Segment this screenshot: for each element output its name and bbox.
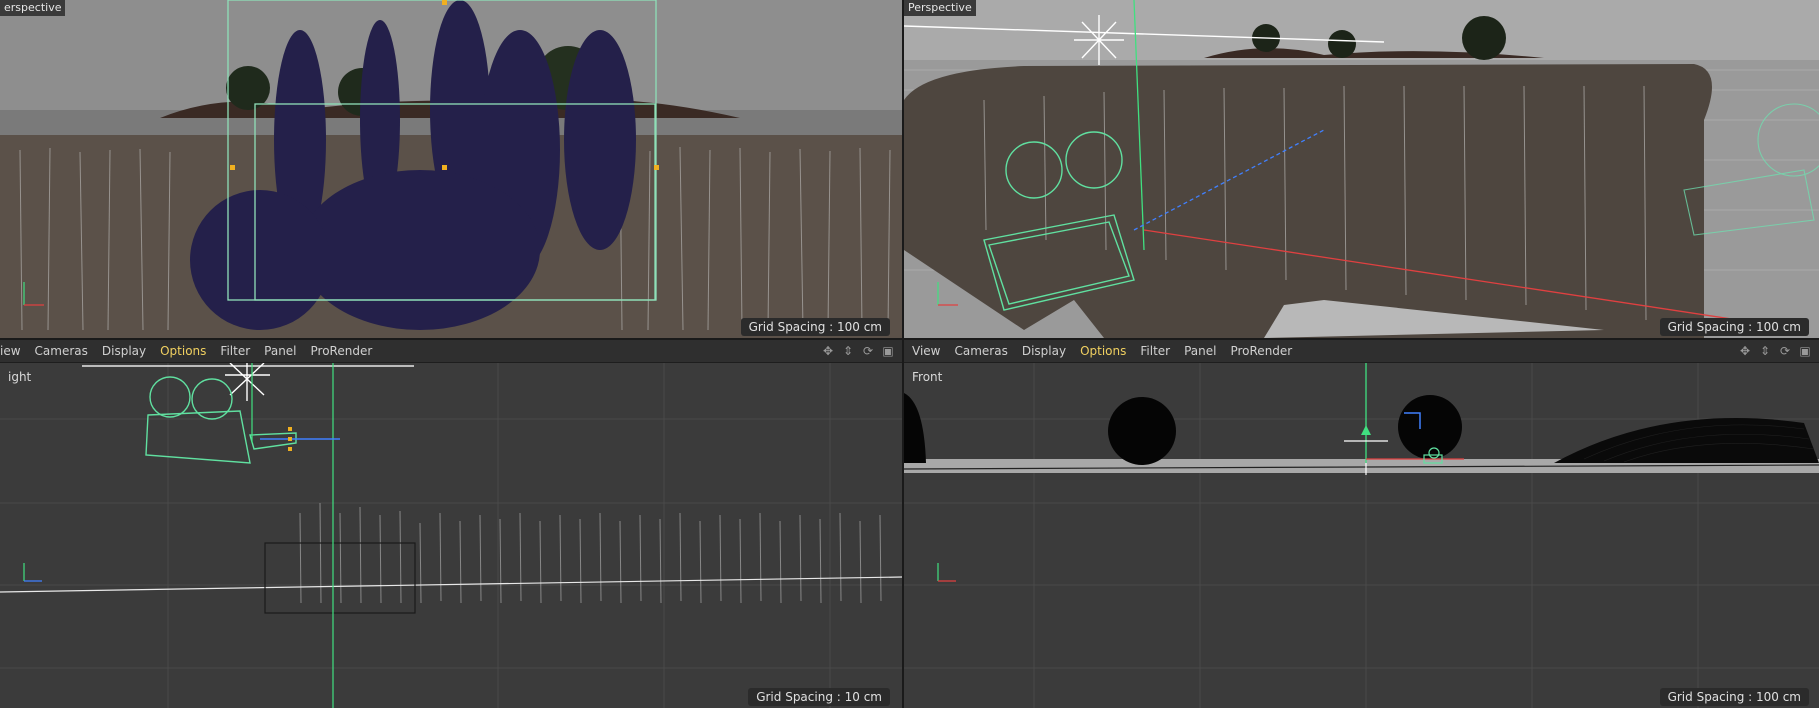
menu-filter[interactable]: Filter: [1140, 344, 1170, 358]
viewport-separator-vertical[interactable]: [902, 0, 904, 708]
viewport-perspective-right-scene: [904, 0, 1819, 338]
grid-spacing-badge: Grid Spacing : 100 cm: [1659, 318, 1809, 336]
menu-panel[interactable]: Panel: [1184, 344, 1216, 358]
menu-filter[interactable]: Filter: [220, 344, 250, 358]
move-icon[interactable]: ✥: [1737, 343, 1753, 359]
menu-view[interactable]: iew: [0, 344, 21, 358]
grid-spacing-badge: Grid Spacing : 100 cm: [740, 318, 890, 336]
menu-options[interactable]: Options: [160, 344, 206, 358]
viewport-nav-icons: ✥ ⇕ ⟳ ▣: [1737, 343, 1813, 359]
viewport-menubar-left: iew Cameras Display Options Filter Panel…: [0, 340, 902, 363]
move-icon[interactable]: ✥: [820, 343, 836, 359]
viewport-label: ight: [8, 370, 32, 384]
zoom-icon[interactable]: ⇕: [840, 343, 856, 359]
viewport-menubar-right: View Cameras Display Options Filter Pane…: [904, 340, 1819, 363]
menu-display[interactable]: Display: [1022, 344, 1066, 358]
viewport-nav-icons: ✥ ⇕ ⟳ ▣: [820, 343, 896, 359]
viewport-label: Front: [912, 370, 943, 384]
menu-prorender[interactable]: ProRender: [1230, 344, 1292, 358]
viewport-front-view[interactable]: Front Grid Spacing : 100 cm: [904, 363, 1819, 708]
viewport-label: Perspective: [904, 0, 976, 16]
viewport-right-view-scene: [0, 363, 902, 708]
viewport-front-view-scene: [904, 363, 1819, 708]
maximize-icon[interactable]: ▣: [880, 343, 896, 359]
rotate-icon[interactable]: ⟳: [1777, 343, 1793, 359]
menu-view[interactable]: View: [912, 344, 940, 358]
rotate-icon[interactable]: ⟳: [860, 343, 876, 359]
viewport-perspective-right[interactable]: Perspective Grid Spacing : 100 cm: [904, 0, 1819, 338]
grid-spacing-badge: Grid Spacing : 10 cm: [748, 688, 890, 706]
menu-options[interactable]: Options: [1080, 344, 1126, 358]
menu-prorender[interactable]: ProRender: [311, 344, 373, 358]
menu-panel[interactable]: Panel: [264, 344, 296, 358]
menu-cameras[interactable]: Cameras: [35, 344, 88, 358]
viewport-right-view[interactable]: ight Grid Spacing : 10 cm: [0, 363, 902, 708]
menu-display[interactable]: Display: [102, 344, 146, 358]
zoom-icon[interactable]: ⇕: [1757, 343, 1773, 359]
grid-spacing-badge: Grid Spacing : 100 cm: [1659, 688, 1809, 706]
viewport-perspective-left-scene: [0, 0, 902, 338]
menu-cameras[interactable]: Cameras: [954, 344, 1007, 358]
viewport-perspective-left[interactable]: erspective Grid Spacing : 100 cm: [0, 0, 902, 338]
viewport-label: erspective: [0, 0, 66, 16]
maximize-icon[interactable]: ▣: [1797, 343, 1813, 359]
